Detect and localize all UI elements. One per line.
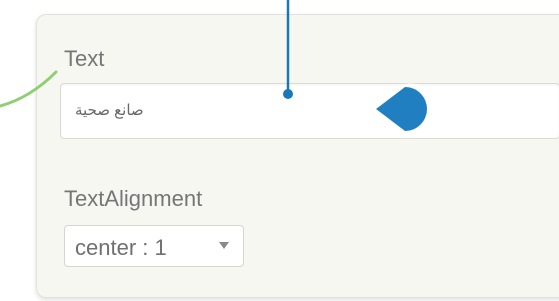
pointer-dot: [283, 89, 293, 99]
callout-overlay: [0, 0, 436, 135]
connector-line: [0, 70, 58, 108]
screenshot-stage: Text صانع صحية TextAlignment center : 1 …: [0, 0, 559, 301]
callout-number: 5: [428, 90, 448, 127]
